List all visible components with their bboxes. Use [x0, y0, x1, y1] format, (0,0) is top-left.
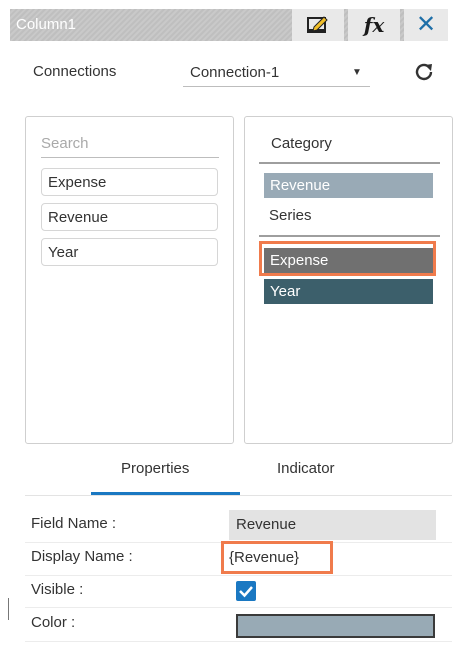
close-icon: ✕	[415, 11, 437, 38]
connection-selected-value: Connection-1	[190, 64, 280, 81]
color-swatch[interactable]	[236, 614, 435, 638]
property-separator	[25, 641, 452, 642]
visible-label: Visible :	[31, 581, 84, 598]
series-heading: Series	[269, 207, 312, 224]
search-input[interactable]: Search	[41, 135, 219, 158]
property-separator	[25, 575, 452, 576]
field-item-expense[interactable]: Expense	[41, 168, 218, 196]
expense-highlight-frame	[259, 241, 436, 276]
tab-properties[interactable]: Properties	[121, 460, 189, 477]
checkmark-icon	[239, 586, 253, 598]
fields-panel: Search Expense Revenue Year	[25, 116, 234, 444]
edit-chart-icon	[307, 16, 328, 33]
field-item-revenue[interactable]: Revenue	[41, 203, 218, 231]
dropdown-caret-icon: ▼	[352, 67, 362, 78]
display-name-input[interactable]: {Revenue}	[221, 541, 333, 574]
connections-label: Connections	[33, 63, 117, 80]
visible-checkbox[interactable]	[236, 581, 256, 601]
category-series-panel: Category Revenue Series Expense Year	[244, 116, 453, 444]
property-separator	[25, 607, 452, 608]
color-label: Color :	[31, 614, 76, 631]
fx-icon: fx	[363, 13, 385, 37]
refresh-icon	[415, 63, 433, 81]
panel-titlebar: Column1 fx ✕	[10, 9, 448, 41]
panel-title: Column1	[16, 16, 77, 33]
window-edge-marker	[8, 598, 9, 620]
connection-select[interactable]: Connection-1 ▼	[183, 62, 370, 87]
refresh-button[interactable]	[412, 60, 436, 84]
field-name-label: Field Name :	[31, 515, 117, 532]
field-name-value: Revenue	[229, 510, 436, 540]
series-divider	[259, 235, 440, 237]
series-chip-year[interactable]: Year	[264, 279, 433, 304]
display-name-label: Display Name :	[31, 548, 133, 565]
edit-chart-button[interactable]	[292, 9, 344, 41]
formula-button[interactable]: fx	[348, 9, 400, 41]
field-item-year[interactable]: Year	[41, 238, 218, 266]
close-button[interactable]: ✕	[404, 9, 448, 41]
tab-divider	[25, 495, 452, 496]
tab-indicator[interactable]: Indicator	[277, 460, 335, 477]
category-heading: Category	[271, 135, 332, 152]
category-chip-revenue[interactable]: Revenue	[264, 173, 433, 198]
category-divider	[259, 162, 440, 164]
